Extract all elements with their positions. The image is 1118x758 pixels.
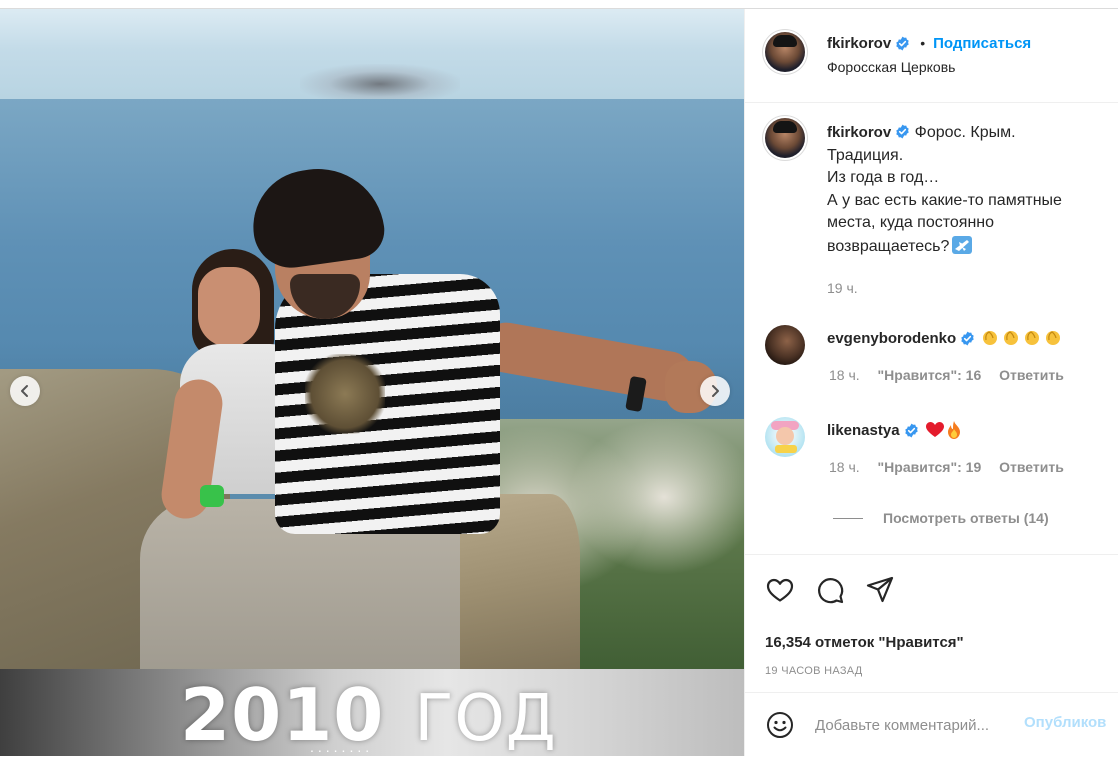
post-frame: 2010 ГОД ........ fkirkorov • Подписаться… (0, 8, 1118, 756)
view-replies-button[interactable]: Посмотреть ответы (14) (833, 510, 1049, 526)
clapping-hands-icon (1025, 331, 1040, 345)
comment-time[interactable]: 18 ч. (829, 367, 860, 383)
post-side-panel: fkirkorov • Подписаться Форосская Церков… (744, 9, 1118, 756)
comment-username[interactable]: likenastya (827, 422, 900, 439)
comment-time[interactable]: 18 ч. (829, 459, 860, 475)
caption-line: Форос. Крым. (914, 124, 1016, 141)
verified-badge-icon (896, 36, 909, 50)
share-icon[interactable] (865, 575, 895, 605)
caption-username[interactable]: fkirkorov (827, 124, 891, 141)
caption-line: Традиция. (827, 146, 904, 164)
caption-line: места, куда постоянно (827, 214, 995, 231)
follow-button[interactable]: Подписаться (933, 35, 1031, 52)
comment-item: likenastya 18 ч. "Нравится": 19 Ответить (765, 417, 1105, 477)
clapping-hands-icon (1004, 331, 1019, 345)
comments-area[interactable]: fkirkorov Форос. Крым. Традиция. Из года… (745, 102, 1118, 554)
separator-dot: • (920, 35, 926, 51)
caption-line: Из года в год… (827, 169, 940, 186)
clapping-hands-icon (1046, 331, 1061, 345)
caption-line: возвращаетесь? (827, 237, 950, 255)
carousel-next-button[interactable] (700, 376, 730, 406)
chevron-right-icon (712, 385, 719, 397)
view-replies-label: Посмотреть ответы (14) (883, 510, 1049, 526)
publish-button[interactable]: Опубликов (1024, 714, 1106, 731)
post-header: fkirkorov • Подписаться Форосская Церков… (745, 9, 1118, 103)
carousel-dots: ........ (310, 739, 374, 755)
comment-icon[interactable] (815, 575, 845, 605)
author-username[interactable]: fkirkorov (827, 35, 891, 52)
photo-top-strip (0, 9, 744, 104)
commenter-avatar[interactable] (765, 325, 805, 365)
caption-time[interactable]: 19 ч. (827, 280, 858, 296)
carousel-prev-button[interactable] (10, 376, 40, 406)
red-heart-emoji-icon (925, 422, 944, 437)
verified-badge-icon (904, 423, 918, 437)
post-actions: 16,354 отметок "Нравится" 19 ЧАСОВ НАЗАД (745, 554, 1118, 693)
reply-button[interactable]: Ответить (999, 367, 1064, 383)
comment-likes[interactable]: "Нравится": 16 (878, 367, 982, 383)
clapping-emoji-group (978, 328, 1062, 348)
comment-likes[interactable]: "Нравится": 19 (878, 459, 982, 475)
post-timestamp[interactable]: 19 ЧАСОВ НАЗАД (765, 665, 863, 677)
likes-count[interactable]: 16,354 отметок "Нравится" (765, 634, 964, 651)
clapping-hands-icon (983, 331, 998, 345)
author-avatar[interactable] (765, 32, 805, 72)
airplane-emoji-icon (952, 235, 973, 254)
overlay-word: ГОД (414, 682, 557, 756)
verified-badge-icon (961, 331, 974, 345)
verified-badge-icon (896, 124, 909, 139)
comment-username[interactable]: evgenyborodenko (827, 330, 956, 347)
post-location[interactable]: Форосская Церковь (827, 59, 955, 75)
reply-button[interactable]: Ответить (999, 459, 1064, 475)
comment-item: evgenyborodenko 18 ч. "Нравится": 16 Отв… (765, 325, 1105, 385)
comment-composer: Опубликов (745, 692, 1118, 757)
caption-line: А у вас есть какие-то памятные (827, 191, 1062, 209)
post-media[interactable]: 2010 ГОД ........ (0, 9, 744, 756)
caption-author-avatar[interactable] (765, 118, 805, 158)
comment-input[interactable] (815, 712, 1025, 738)
emoji-smile-icon[interactable] (765, 710, 795, 740)
post-photo (0, 99, 744, 669)
heart-icon[interactable] (765, 575, 795, 605)
commenter-avatar[interactable] (765, 417, 805, 457)
chevron-left-icon (21, 385, 28, 397)
fire-emoji-icon (947, 421, 960, 439)
replies-dash (833, 517, 863, 519)
